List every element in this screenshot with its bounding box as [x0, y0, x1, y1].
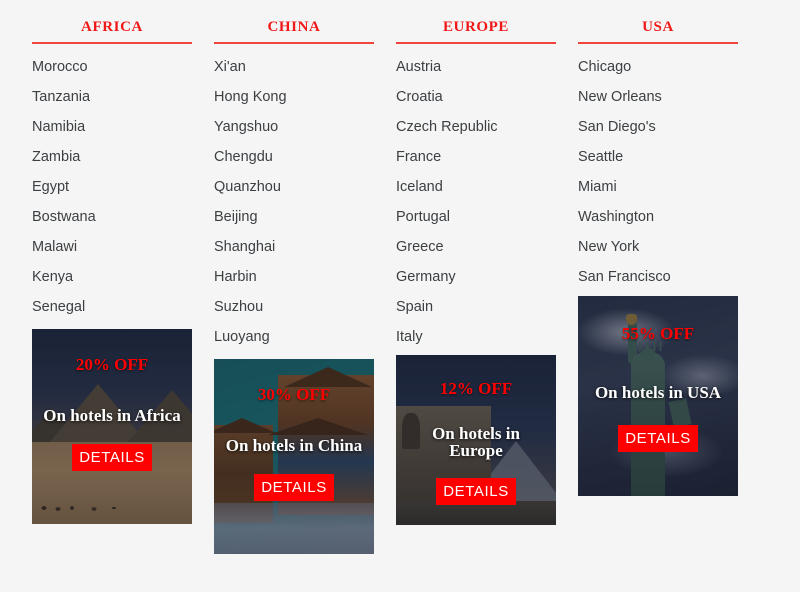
list-item[interactable]: Czech Republic [396, 112, 556, 142]
list-item[interactable]: Seattle [578, 142, 738, 172]
list-item[interactable]: Austria [396, 52, 556, 82]
destination-list-europe: Austria Croatia Czech Republic France Ic… [396, 52, 556, 352]
list-item[interactable]: Croatia [396, 82, 556, 112]
destinations-board: AFRICA Morocco Tanzania Namibia Zambia E… [0, 0, 800, 592]
destination-column-usa: USA Chicago New Orleans San Diego's Seat… [578, 18, 738, 292]
promo-headline-usa: On hotels in USA [594, 383, 722, 402]
promo-discount-china: 30% OFF [257, 385, 331, 404]
list-item[interactable]: San Diego's [578, 112, 738, 142]
promo-card-europe[interactable]: 12% OFF On hotels in Europe DETAILS [396, 355, 556, 525]
promo-content: 55% OFF On hotels in USA DETAILS [578, 296, 738, 496]
list-item[interactable]: Luoyang [214, 322, 374, 352]
details-button-europe[interactable]: DETAILS [436, 477, 516, 505]
list-item[interactable]: Namibia [32, 112, 192, 142]
list-item[interactable]: Iceland [396, 172, 556, 202]
promo-headline-africa: On hotels in Africa [43, 406, 181, 425]
list-item[interactable]: Chengdu [214, 142, 374, 172]
promo-content: 20% OFF On hotels in Africa DETAILS [32, 329, 192, 524]
destination-column-africa: AFRICA Morocco Tanzania Namibia Zambia E… [32, 18, 192, 322]
promo-headline-europe: On hotels in Europe [432, 424, 520, 461]
promo-card-africa[interactable]: 20% OFF On hotels in Africa DETAILS [32, 329, 192, 524]
list-item[interactable]: Xi'an [214, 52, 374, 82]
list-item[interactable]: Italy [396, 322, 556, 352]
list-item[interactable]: Quanzhou [214, 172, 374, 202]
details-button-china[interactable]: DETAILS [254, 474, 334, 502]
column-heading-africa: AFRICA [32, 18, 192, 44]
list-item[interactable]: Malawi [32, 232, 192, 262]
list-item[interactable]: Kenya [32, 262, 192, 292]
list-item[interactable]: Greece [396, 232, 556, 262]
list-item[interactable]: San Francisco [578, 262, 738, 292]
list-item[interactable]: Senegal [32, 292, 192, 322]
promo-discount-africa: 20% OFF [75, 355, 149, 374]
list-item[interactable]: France [396, 142, 556, 172]
list-item[interactable]: Suzhou [214, 292, 374, 322]
list-item[interactable]: Egypt [32, 172, 192, 202]
promo-content: 12% OFF On hotels in Europe DETAILS [396, 355, 556, 525]
list-item[interactable]: New Orleans [578, 82, 738, 112]
destination-list-usa: Chicago New Orleans San Diego's Seattle … [578, 52, 738, 292]
list-item[interactable]: Yangshuo [214, 112, 374, 142]
list-item[interactable]: Bostwana [32, 202, 192, 232]
promo-card-china[interactable]: 30% OFF On hotels in China DETAILS [214, 359, 374, 554]
list-item[interactable]: Germany [396, 262, 556, 292]
promo-card-usa[interactable]: 55% OFF On hotels in USA DETAILS [578, 296, 738, 496]
details-button-africa[interactable]: DETAILS [72, 444, 152, 472]
promo-discount-europe: 12% OFF [439, 379, 513, 398]
column-heading-europe: EUROPE [396, 18, 556, 44]
details-button-usa[interactable]: DETAILS [618, 425, 698, 453]
column-heading-china: CHINA [214, 18, 374, 44]
list-item[interactable]: Washington [578, 202, 738, 232]
list-item[interactable]: Harbin [214, 262, 374, 292]
list-item[interactable]: Beijing [214, 202, 374, 232]
list-item[interactable]: Hong Kong [214, 82, 374, 112]
list-item[interactable]: Tanzania [32, 82, 192, 112]
list-item[interactable]: Portugal [396, 202, 556, 232]
list-item[interactable]: Shanghai [214, 232, 374, 262]
list-item[interactable]: Morocco [32, 52, 192, 82]
promo-discount-usa: 55% OFF [621, 324, 695, 343]
promo-headline-china: On hotels in China [225, 436, 363, 455]
list-item[interactable]: Spain [396, 292, 556, 322]
destination-list-africa: Morocco Tanzania Namibia Zambia Egypt Bo… [32, 52, 192, 322]
list-item[interactable]: Chicago [578, 52, 738, 82]
column-heading-usa: USA [578, 18, 738, 44]
promo-content: 30% OFF On hotels in China DETAILS [214, 359, 374, 554]
destination-column-europe: EUROPE Austria Croatia Czech Republic Fr… [396, 18, 556, 352]
destination-list-china: Xi'an Hong Kong Yangshuo Chengdu Quanzho… [214, 52, 374, 352]
list-item[interactable]: New York [578, 232, 738, 262]
destination-column-china: CHINA Xi'an Hong Kong Yangshuo Chengdu Q… [214, 18, 374, 352]
list-item[interactable]: Miami [578, 172, 738, 202]
list-item[interactable]: Zambia [32, 142, 192, 172]
